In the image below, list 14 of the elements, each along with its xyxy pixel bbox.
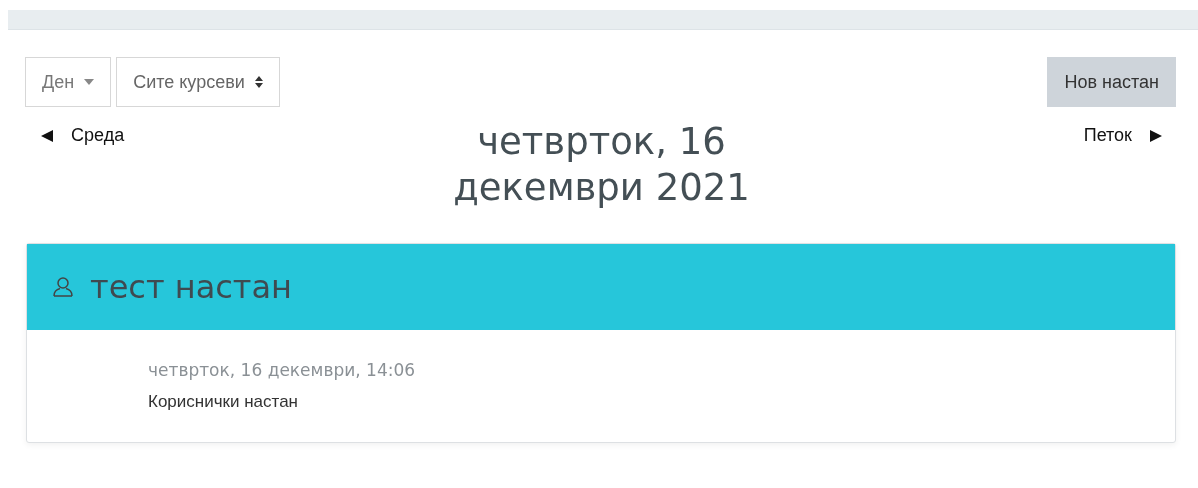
- day-title: четврток, 16 декември 2021: [452, 119, 751, 211]
- left-triangle-icon: [41, 129, 53, 142]
- previous-day-link[interactable]: Среда: [41, 125, 171, 146]
- view-dropdown[interactable]: Ден: [25, 57, 112, 107]
- caret-icon: [84, 79, 95, 85]
- new-event-button[interactable]: Нов настан: [1047, 57, 1176, 107]
- right-triangle-icon: [1150, 129, 1162, 142]
- event-title: тест настан: [90, 268, 293, 306]
- event-time: четврток, 16 декември, 14:06: [148, 360, 417, 380]
- event-type: Кориснички настан: [148, 392, 299, 412]
- next-day-link[interactable]: Петок: [1032, 125, 1162, 146]
- sort-arrows-icon: [254, 76, 263, 88]
- course-dropdown[interactable]: Сите курсеви: [116, 57, 280, 107]
- user-icon: [52, 276, 74, 298]
